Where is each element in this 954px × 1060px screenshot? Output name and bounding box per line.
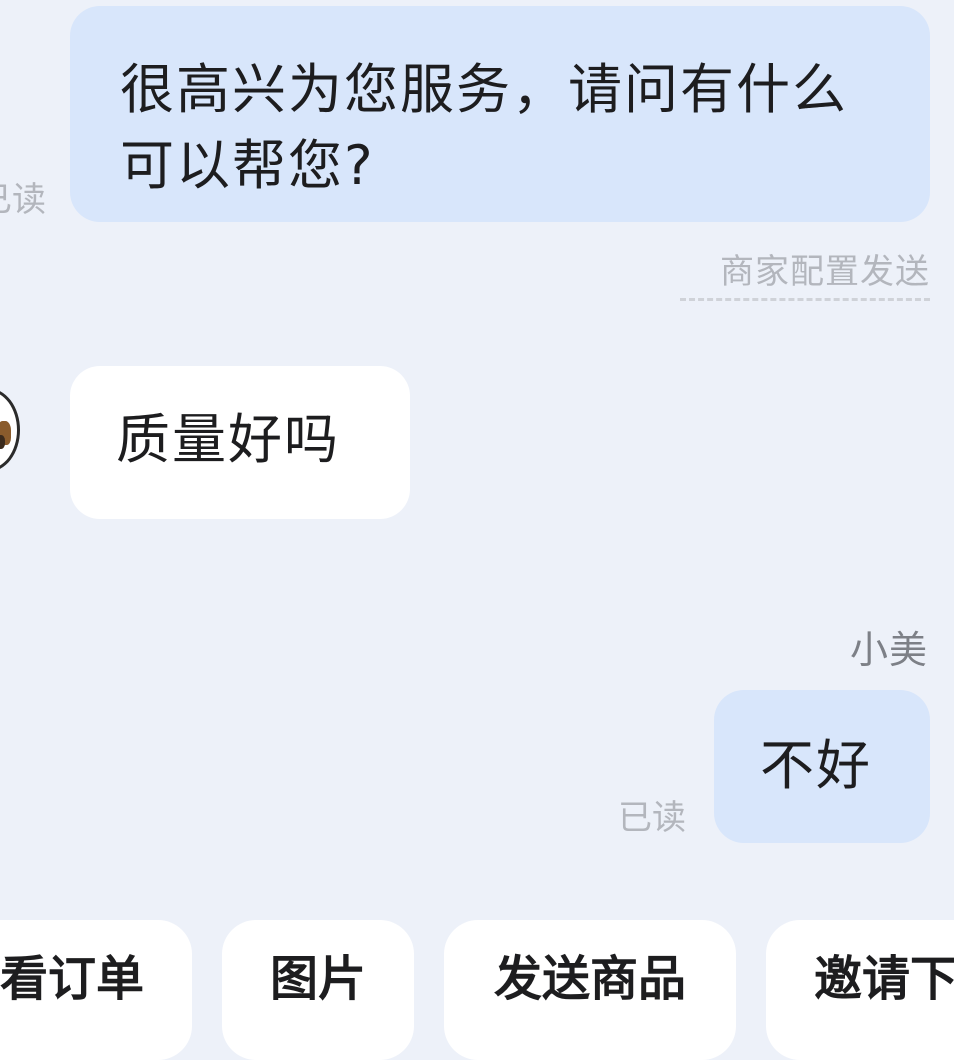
send-product-button[interactable]: 发送商品	[444, 920, 736, 1060]
send-image-button[interactable]: 图片	[222, 920, 414, 1060]
merchant-config-note[interactable]: 商家配置发送	[680, 252, 930, 301]
read-status: 已读	[618, 798, 686, 838]
message-text: 质量好吗	[116, 408, 340, 471]
avatar-image-detail	[0, 435, 5, 449]
incoming-message-bubble[interactable]: 质量好吗	[70, 366, 410, 519]
outgoing-message-bubble[interactable]: 不好	[714, 690, 930, 843]
outgoing-message-bubble[interactable]: 很高兴为您服务，请问有什么可以帮您?	[70, 6, 930, 222]
invite-order-button[interactable]: 邀请下	[766, 920, 954, 1060]
message-text: 很高兴为您服务，请问有什么可以帮您?	[120, 58, 848, 197]
read-status: 已读	[0, 180, 46, 220]
sender-name: 小美	[849, 628, 928, 672]
view-order-button[interactable]: 看订单	[0, 920, 192, 1060]
user-avatar[interactable]	[0, 388, 20, 472]
message-text: 不好	[760, 734, 872, 797]
